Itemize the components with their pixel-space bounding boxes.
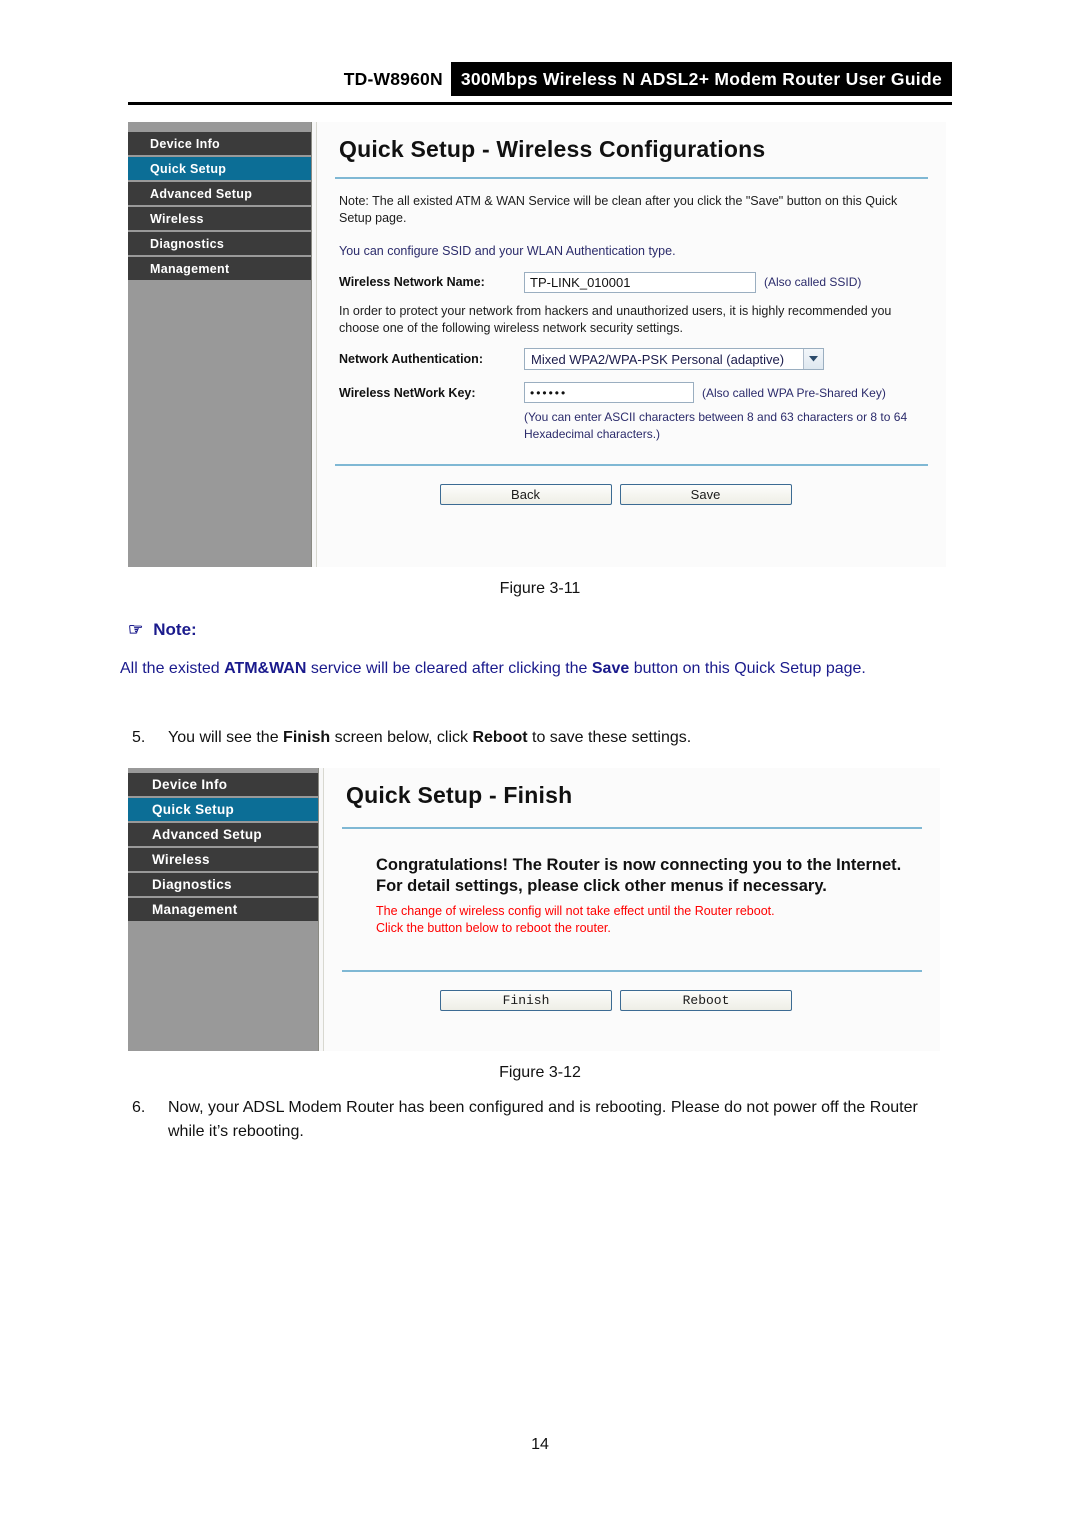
wireless-key-label: Wireless NetWork Key: (339, 385, 476, 400)
step-5-text-2: screen below, click (330, 729, 473, 746)
sidebar-nav-list-finish: Device Info Quick Setup Advanced Setup W… (128, 773, 318, 923)
step-5-text: You will see the Finish screen below, cl… (168, 726, 952, 750)
reboot-warning-line-2: Click the button below to reboot the rou… (376, 920, 611, 935)
ssid-hint: (Also called SSID) (764, 275, 862, 290)
form-button-row: Back Save (335, 483, 928, 505)
title-divider-finish (342, 827, 922, 829)
note-body-text: All the existed ATM&WAN service will be … (120, 657, 952, 681)
sidebar-item-device-info[interactable]: Device Info (128, 132, 311, 157)
sidebar-item-wireless[interactable]: Wireless (128, 848, 318, 873)
reboot-warning: The change of wireless config will not t… (342, 903, 922, 936)
congratulations-line-2: For detail settings, please click other … (376, 877, 827, 896)
page-title: Quick Setup - Wireless Configurations (339, 136, 766, 162)
ssid-input[interactable] (524, 271, 756, 293)
reboot-warning-line-1: The change of wireless config will not t… (376, 904, 775, 919)
step-6-number: 6. (132, 1099, 146, 1116)
note-bold-atmwan: ATM&WAN (224, 660, 307, 677)
note-text-2: service will be cleared after clicking t… (306, 660, 592, 677)
security-recommendation-text: In order to protect your network from ha… (339, 303, 892, 335)
footer-divider-finish (342, 970, 922, 973)
sidebar-item-quick-setup[interactable]: Quick Setup (128, 157, 311, 182)
network-authentication-label: Network Authentication: (339, 352, 483, 367)
router-main-panel: Quick Setup - Wireless Configurations No… (317, 122, 946, 567)
network-authentication-value: Mixed WPA2/WPA-PSK Personal (adaptive) (531, 351, 785, 367)
step-5-number: 5. (132, 729, 146, 746)
pointing-hand-icon: ☞ (128, 620, 144, 639)
note-heading: ☞ Note: (128, 620, 197, 640)
step-6-text: Now, your ADSL Modem Router has been con… (168, 1099, 918, 1140)
sidebar-item-advanced-setup[interactable]: Advanced Setup (128, 182, 311, 207)
step-5-text-3: to save these settings. (527, 729, 692, 746)
footer-divider (335, 463, 928, 466)
step-5: 5. You will see the Finish screen below,… (128, 726, 952, 750)
page-number: 14 (531, 1436, 549, 1453)
page-running-header: TD-W8960N 300Mbps Wireless N ADSL2+ Mode… (128, 62, 952, 96)
step-5-bold-finish: Finish (283, 729, 331, 746)
wireless-key-format-note: (You can enter ASCII characters between … (524, 410, 908, 441)
sidebar-item-diagnostics[interactable]: Diagnostics (128, 873, 318, 898)
header-horizontal-rule (128, 102, 952, 105)
congratulations-line-1: Congratulations! The Router is now conne… (376, 856, 902, 874)
wireless-key-hint: (Also called WPA Pre-Shared Key) (702, 385, 886, 400)
note-text-1: All the existed (120, 660, 225, 677)
figure-3-11-screenshot: Device Info Quick Setup Advanced Setup W… (128, 122, 946, 567)
back-button[interactable]: Back (439, 483, 612, 505)
router-main-panel-finish: Quick Setup - Finish Congratulations! Th… (324, 768, 940, 1051)
header-title-band: 300Mbps Wireless N ADSL2+ Modem Router U… (450, 62, 952, 96)
router-sidebar-finish: Device Info Quick Setup Advanced Setup W… (128, 768, 318, 1051)
figure-3-11-caption: Figure 3-11 (499, 580, 581, 597)
network-authentication-row: Network Authentication: Mixed WPA2/WPA-P… (335, 348, 928, 371)
wireless-key-input[interactable] (524, 382, 694, 404)
title-divider (335, 177, 928, 179)
sidebar-item-management[interactable]: Management (128, 898, 318, 923)
network-authentication-select[interactable]: Mixed WPA2/WPA-PSK Personal (adaptive) (524, 348, 824, 371)
atm-wan-warning-note: Note: The all existed ATM & WAN Service … (339, 194, 898, 225)
finish-button[interactable]: Finish (440, 990, 612, 1012)
step-5-bold-reboot: Reboot (472, 729, 528, 746)
sidebar-item-advanced-setup[interactable]: Advanced Setup (128, 823, 318, 848)
sidebar-item-diagnostics[interactable]: Diagnostics (128, 232, 311, 257)
figure-3-12-screenshot: Device Info Quick Setup Advanced Setup W… (128, 768, 940, 1051)
note-bold-save: Save (591, 660, 630, 677)
sidebar-item-management[interactable]: Management (128, 257, 311, 282)
sidebar-nav-list: Device Info Quick Setup Advanced Setup W… (128, 132, 311, 282)
ssid-intro-text: You can configure SSID and your WLAN Aut… (339, 243, 676, 258)
finish-button-row: Finish Reboot (342, 990, 922, 1012)
ssid-label: Wireless Network Name: (339, 275, 485, 290)
note-heading-label: Note: (153, 620, 197, 639)
reboot-button[interactable]: Reboot (620, 990, 792, 1012)
congratulations-message: Congratulations! The Router is now conne… (342, 855, 922, 897)
step-5-text-1: You will see the (168, 729, 284, 746)
figure-3-12-caption: Figure 3-12 (499, 1064, 581, 1081)
page-title-finish: Quick Setup - Finish (346, 782, 573, 808)
save-button[interactable]: Save (619, 483, 792, 505)
sidebar-item-quick-setup[interactable]: Quick Setup (128, 798, 318, 823)
note-text-3: button on this Quick Setup page. (629, 660, 866, 677)
sidebar-item-device-info[interactable]: Device Info (128, 773, 318, 798)
step-6: 6. Now, your ADSL Modem Router has been … (128, 1096, 952, 1144)
chevron-down-icon[interactable] (803, 349, 823, 370)
header-model-name: TD-W8960N (343, 68, 443, 89)
router-sidebar: Device Info Quick Setup Advanced Setup W… (128, 122, 311, 567)
sidebar-item-wireless[interactable]: Wireless (128, 207, 311, 232)
wireless-key-row: Wireless NetWork Key: (Also called WPA P… (335, 382, 928, 404)
ssid-form-row: Wireless Network Name: (Also called SSID… (335, 271, 928, 293)
